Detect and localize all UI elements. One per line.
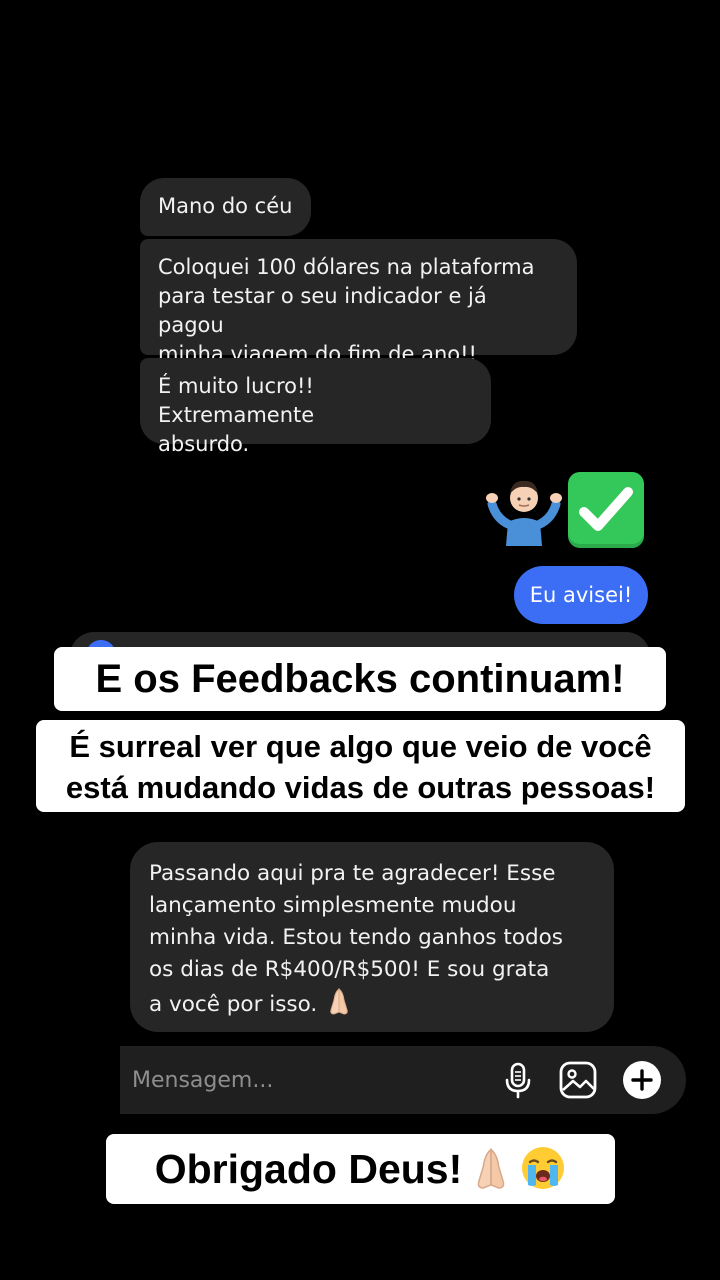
message-input[interactable] <box>130 1046 494 1116</box>
feedback-message-text: Passando aqui pra te agradecer! Esse lan… <box>149 861 563 1017</box>
person-shrugging-emoji <box>486 480 562 546</box>
loudly-crying-face-emoji <box>522 1147 565 1189</box>
feedback-message[interactable]: Passando aqui pra te agradecer! Esse lan… <box>130 842 614 1032</box>
message-composer <box>120 1046 686 1116</box>
check-mark-button-emoji <box>568 472 644 548</box>
received-message-1[interactable]: Mano do céu <box>140 178 311 236</box>
gallery-icon[interactable] <box>558 1060 598 1100</box>
footer-text: Obrigado Deus! <box>154 1146 463 1192</box>
footer-banner: Obrigado Deus! <box>106 1134 615 1204</box>
folded-hands-emoji <box>477 1148 505 1189</box>
received-message-3[interactable]: É muito lucro!! Extremamente absurdo. <box>140 358 491 456</box>
folded-hands-emoji <box>330 987 348 1015</box>
headline-banner: E os Feedbacks continuam! <box>54 647 666 711</box>
received-message-2[interactable]: Coloquei 100 dólares na plataforma para … <box>140 239 577 366</box>
plus-icon[interactable] <box>622 1060 662 1100</box>
sent-message[interactable]: Eu avisei! <box>514 566 648 624</box>
subheadline-banner: É surreal ver que algo que veio de você … <box>36 720 685 812</box>
microphone-icon[interactable] <box>498 1060 538 1100</box>
